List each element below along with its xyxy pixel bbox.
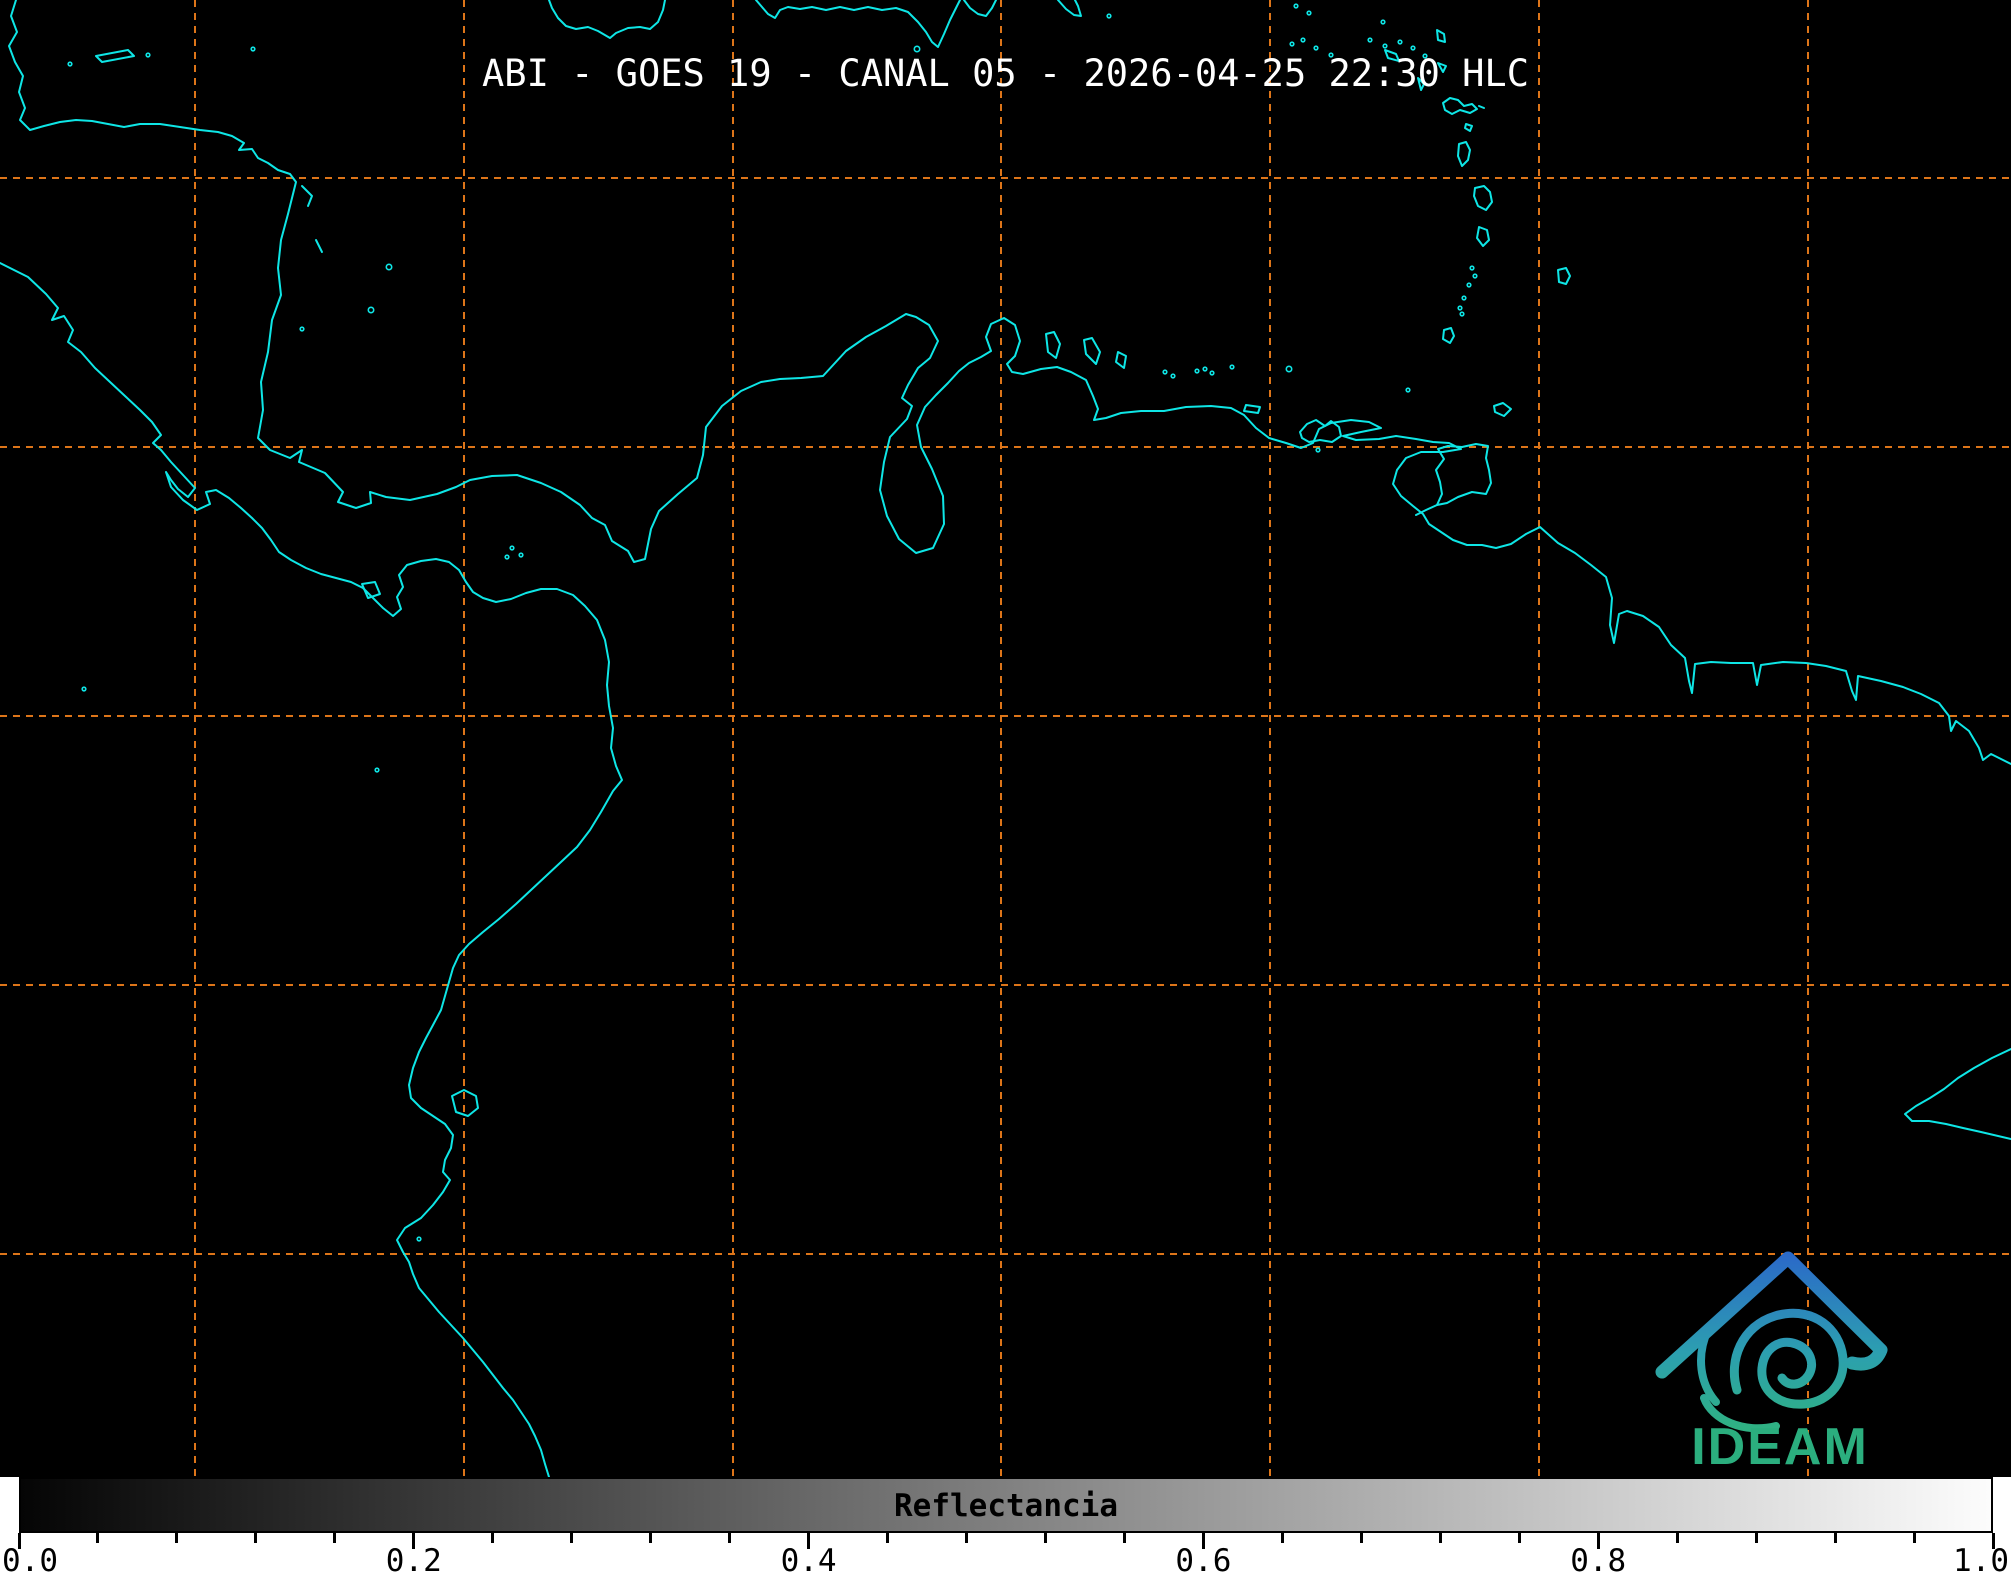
island-dot [1163,370,1167,374]
island-dot [510,546,514,550]
colorbar-tick-label: 0.8 [1570,1543,1626,1577]
island-dot [1383,44,1387,48]
island-dot [1458,306,1462,310]
coastline-path [1465,124,1472,131]
satellite-product-figure: IDEAM ABI - GOES 19 - CANAL 05 - 2026-04… [0,0,2011,1577]
colorbar-label: Reflectancia [894,1488,1118,1524]
coastline-path [1479,106,1484,108]
island-dot [1290,42,1294,46]
map-title: ABI - GOES 19 - CANAL 05 - 2026-04-25 22… [0,52,2011,95]
island-dot [417,1237,421,1241]
island-dot [1411,46,1415,50]
latlon-grid [0,0,2011,1477]
colorbar-minor-tick [570,1533,573,1543]
coastline-path [1046,332,1060,358]
coastline-path [1058,0,1081,16]
island-dot [1314,46,1318,50]
colorbar-tick-label: 0.2 [386,1543,442,1577]
coastline-path [0,263,622,1477]
coastline-path [549,0,665,38]
colorbar-minor-tick [1123,1533,1126,1543]
coastline-path [1494,403,1511,416]
ideam-logo-text: IDEAM [1691,1418,1869,1476]
coastline-path [1474,186,1492,210]
island-dot [300,327,304,331]
coastline-path [302,186,312,206]
island-dot [1316,448,1320,452]
coastline-path [1244,405,1260,413]
island-dot [1230,365,1234,369]
coastline-path [1437,30,1445,42]
island-dot [1467,283,1471,287]
ideam-logo: IDEAM [1662,1258,1881,1476]
colorbar-minor-tick [1044,1533,1047,1543]
colorbar-minor-tick [886,1533,889,1543]
colorbar-minor-tick [96,1533,99,1543]
island-dot [1294,4,1298,8]
satellite-map: IDEAM ABI - GOES 19 - CANAL 05 - 2026-04… [0,0,2011,1477]
island-dot [1203,367,1207,371]
island-dot [1171,374,1175,378]
island-dot [1398,40,1402,44]
coastline-path [1443,98,1477,114]
island-dot [1460,312,1464,316]
island-dot [1286,366,1291,371]
island-dot [368,307,373,312]
colorbar-minor-tick [728,1533,731,1543]
island-dot [1210,371,1214,375]
colorbar-minor-tick [333,1533,336,1543]
island-dot [251,47,255,51]
island-dot [519,553,523,557]
coastline-path [1477,227,1489,246]
island-dot [1301,38,1305,42]
colorbar-minor-tick [965,1533,968,1543]
coastline-path [1558,268,1570,284]
island-dot [505,555,509,559]
colorbar-tick-label: 0.0 [2,1543,58,1577]
island-dot [386,264,391,269]
coastline-path [316,240,322,252]
island-dot [1470,266,1474,270]
island-dot [1195,369,1199,373]
island-dot [1368,38,1372,42]
coastline-path [9,0,2011,764]
island-dot [82,687,86,691]
coastline-path [1905,1049,2011,1139]
colorbar-minor-tick [1676,1533,1679,1543]
colorbar-minor-tick [1439,1533,1442,1543]
coastline-path [1443,328,1454,343]
colorbar-minor-tick [1518,1533,1521,1543]
island-dot [1307,11,1311,15]
coastline-path [1084,338,1100,364]
coastline-path [756,0,960,47]
coastline-path [1436,444,1491,505]
coastline-path [1116,352,1126,368]
coastline-path [964,0,996,16]
colorbar-tick-label: 0.6 [1175,1543,1231,1577]
colorbar-tick-label: 0.4 [781,1543,837,1577]
island-dot [375,768,379,772]
colorbar-minor-tick [254,1533,257,1543]
map-svg: IDEAM [0,0,2011,1477]
colorbar-minor-tick [1834,1533,1837,1543]
island-dot [1107,14,1111,18]
colorbar-minor-tick [175,1533,178,1543]
colorbar-minor-tick [491,1533,494,1543]
island-dot [1406,388,1410,392]
colorbar-minor-tick [1360,1533,1363,1543]
colorbar-minor-tick [1281,1533,1284,1543]
coastline-path [1458,142,1470,166]
colorbar-region: Reflectancia 0.0 0.2 0.4 0.6 0.8 1.0 [0,1477,2011,1577]
coastline-path [1300,420,1341,442]
colorbar-minor-tick [649,1533,652,1543]
island-dot [1462,296,1466,300]
island-dot [1473,274,1477,278]
island-dot [914,46,919,51]
ideam-logo-spiral-icon [1734,1313,1843,1404]
island-dot [1381,20,1385,24]
colorbar-minor-tick [1913,1533,1916,1543]
coastlines [0,0,2011,1477]
colorbar-minor-tick [1755,1533,1758,1543]
colorbar-tick-label: 1.0 [1953,1543,2009,1577]
